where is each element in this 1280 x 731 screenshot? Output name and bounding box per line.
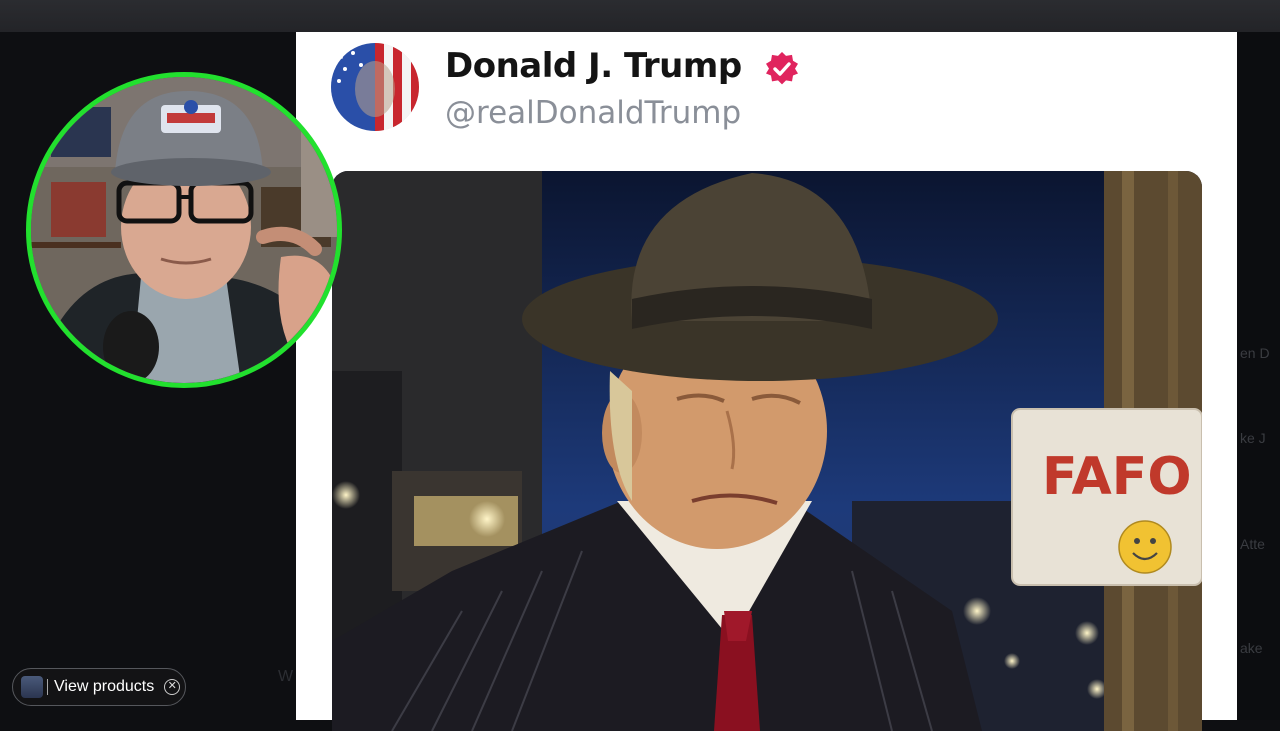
- close-icon[interactable]: ✕: [164, 679, 181, 695]
- post-handle[interactable]: @realDonaldTrump: [445, 95, 741, 131]
- sign-text: FAFO: [1042, 447, 1192, 507]
- post-image[interactable]: FAFO: [332, 171, 1202, 731]
- verified-badge-icon: [765, 51, 799, 86]
- view-products-label: View products: [54, 678, 155, 695]
- background-text: ke J: [1240, 430, 1266, 446]
- background-page-strip: [1237, 32, 1280, 720]
- background-text: en D: [1240, 345, 1270, 361]
- divider: [47, 679, 48, 695]
- background-text: ake: [1240, 640, 1263, 656]
- post-display-name[interactable]: Donald J. Trump: [445, 46, 742, 86]
- post-card: Donald J. Trump @realDonaldTrump FAFO: [296, 32, 1237, 731]
- view-products-button[interactable]: View products ✕: [12, 668, 186, 706]
- background-text: Atte: [1240, 536, 1265, 552]
- top-bar: [0, 0, 1280, 32]
- background-text: W: [278, 668, 294, 685]
- product-thumbnail-icon: [21, 676, 43, 698]
- webcam-overlay: [26, 72, 342, 388]
- avatar[interactable]: [331, 43, 419, 131]
